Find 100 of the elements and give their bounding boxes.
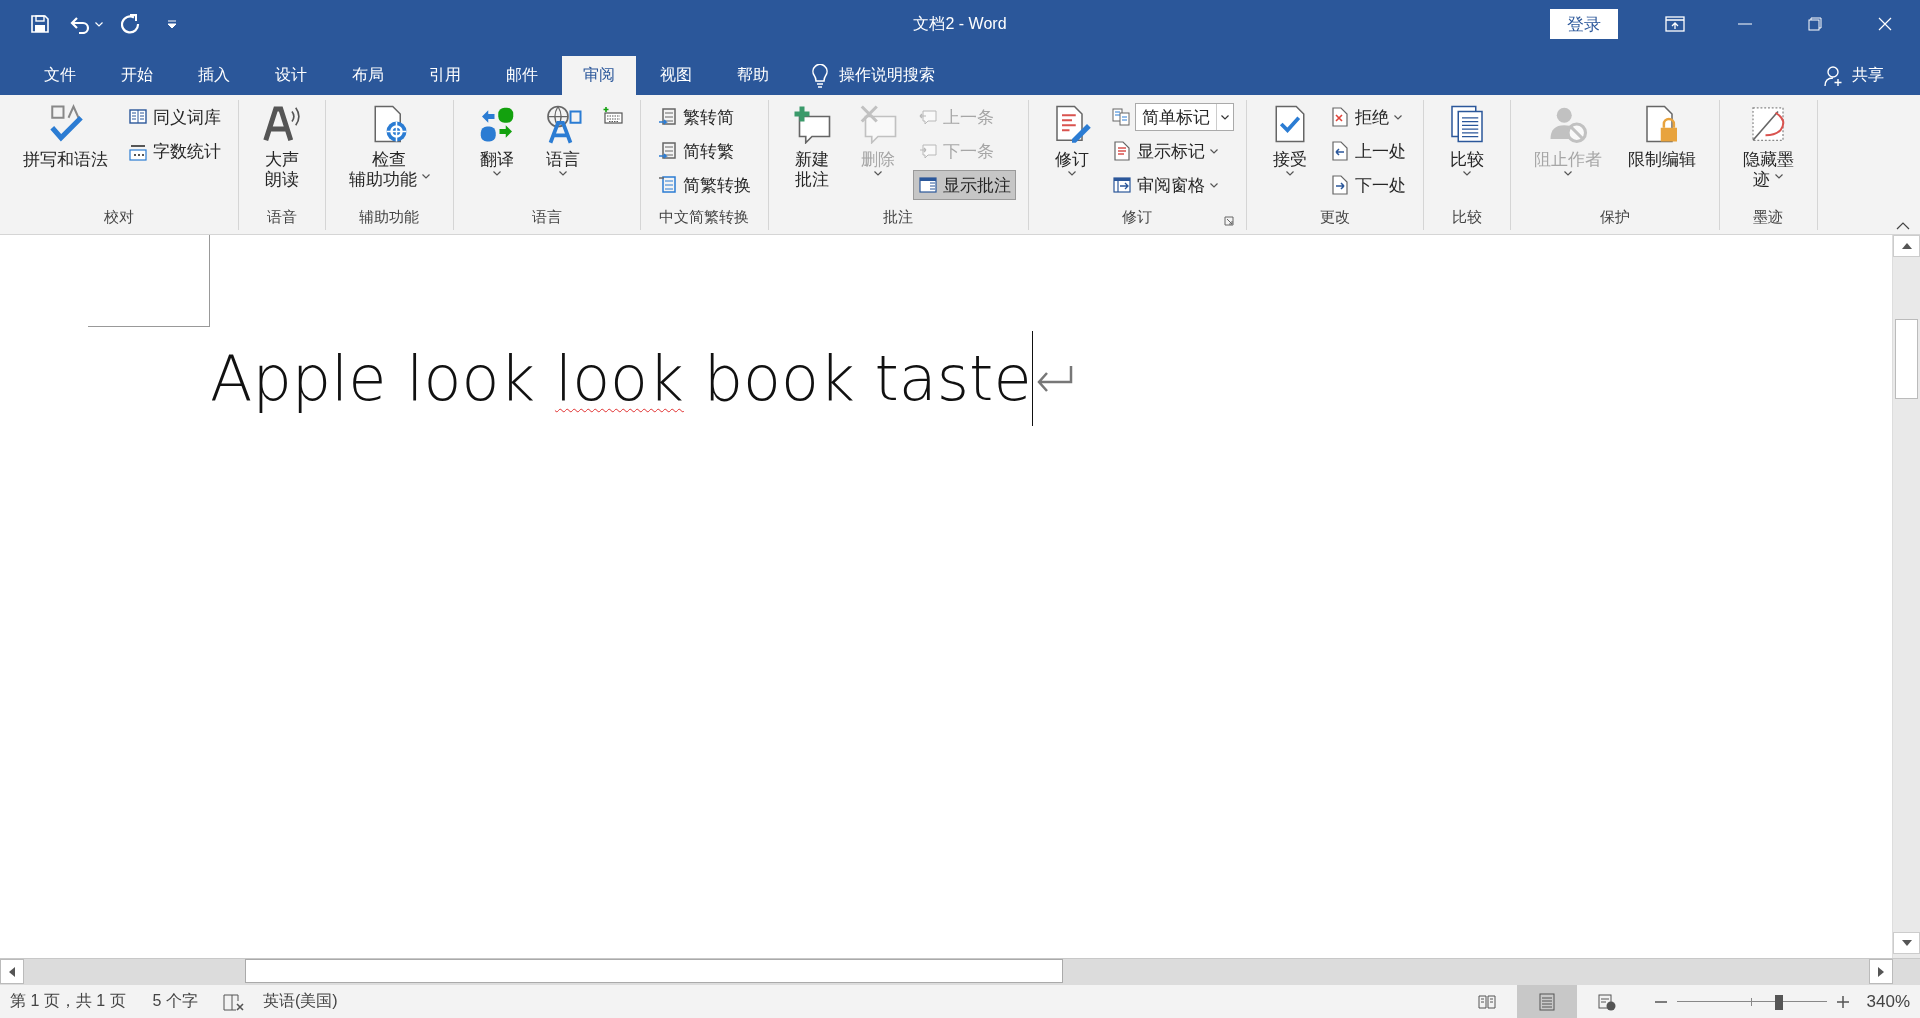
minus-icon xyxy=(1654,1000,1667,1003)
ribbon-button[interactable]: 语言 xyxy=(531,100,594,204)
word-count[interactable]: 5 个字 xyxy=(152,991,198,1012)
conversion-icon xyxy=(657,175,678,195)
zoom-slider-thumb[interactable] xyxy=(1774,994,1783,1010)
ribbon-button[interactable]: 拼写和语法 xyxy=(12,100,119,204)
redo-button[interactable] xyxy=(121,14,141,34)
zoom-level[interactable]: 340% xyxy=(1866,991,1910,1012)
save-icon xyxy=(30,14,50,34)
scrollbar-thumb[interactable] xyxy=(1895,319,1918,399)
markup-dropdown[interactable]: 简单标记 xyxy=(1134,103,1234,131)
ribbon-tab[interactable]: 审阅 xyxy=(562,56,636,95)
comments-window-icon xyxy=(917,175,938,195)
ribbon-button[interactable]: 繁转简 xyxy=(652,102,756,132)
ribbon-button[interactable]: 限制编辑 xyxy=(1616,100,1707,204)
ribbon-button[interactable]: 隐藏墨 迹 xyxy=(1731,100,1805,204)
keyboard-icon xyxy=(602,107,623,127)
group-label: 修订 xyxy=(1122,207,1153,227)
scroll-up-button[interactable] xyxy=(1893,235,1920,257)
ribbon-tab[interactable]: 邮件 xyxy=(485,56,559,95)
ribbon-button[interactable]: 简繁转换 xyxy=(652,170,756,200)
ribbon-button[interactable]: 接受 xyxy=(1258,100,1321,204)
document-text: Apple look look book taste xyxy=(210,342,1032,415)
login-button[interactable]: 登录 xyxy=(1550,9,1618,39)
group-label: 更改 xyxy=(1319,207,1350,227)
ribbon-button[interactable]: 同义词库 xyxy=(123,102,226,132)
dialog-launcher-icon[interactable] xyxy=(1223,216,1234,226)
customize-caret-icon xyxy=(167,20,177,28)
redo-icon xyxy=(121,14,141,34)
ribbon-button[interactable]: 简转繁 xyxy=(652,136,756,166)
share-button[interactable]: 共享 xyxy=(1818,56,1890,95)
reject-change-icon xyxy=(1329,107,1350,127)
group-label: 辅助功能 xyxy=(359,207,420,227)
group-label: 校对 xyxy=(104,207,134,227)
group-label: 墨迹 xyxy=(1753,207,1784,227)
scrollbar-thumb[interactable] xyxy=(245,959,1063,983)
page-count[interactable]: 第 1 页，共 1 页 xyxy=(10,991,126,1012)
show-markup-icon xyxy=(1111,141,1132,161)
next-comment-icon xyxy=(917,141,938,161)
right-arrow-icon xyxy=(1878,966,1884,977)
ribbon-display-icon xyxy=(1665,16,1685,32)
minimize-icon xyxy=(1738,23,1752,25)
ribbon-button[interactable]: 检查 辅助功能 xyxy=(338,100,441,204)
proofing-icon[interactable] xyxy=(222,991,245,1012)
ribbon-tab[interactable]: 插入 xyxy=(177,56,251,95)
ribbon-button[interactable]: 下一处 xyxy=(1324,170,1411,200)
scroll-down-button[interactable] xyxy=(1893,932,1920,954)
zoom-slider[interactable] xyxy=(1676,994,1827,1009)
person-add-icon xyxy=(1824,64,1844,87)
up-arrow-icon xyxy=(1901,243,1912,249)
ribbon-tab[interactable]: 帮助 xyxy=(716,56,790,95)
save-button[interactable] xyxy=(30,14,50,34)
ribbon-button[interactable]: 字数统计 xyxy=(123,136,226,166)
reviewing-pane-icon xyxy=(1111,175,1132,195)
language-status[interactable]: 英语(美国) xyxy=(262,991,338,1012)
close-icon xyxy=(1878,17,1892,31)
scroll-left-button[interactable] xyxy=(0,959,24,984)
scroll-right-button[interactable] xyxy=(1869,959,1893,984)
ribbon-tab[interactable]: 文件 xyxy=(23,56,97,95)
ribbon-button[interactable]: 审阅窗格 xyxy=(1106,170,1234,200)
group-label: 保护 xyxy=(1599,207,1630,227)
group-label: 比较 xyxy=(1451,207,1482,227)
lightbulb-icon xyxy=(811,63,829,88)
ribbon-tab[interactable]: 视图 xyxy=(639,56,713,95)
ribbon-tab[interactable]: 开始 xyxy=(100,56,174,95)
web-page-icon xyxy=(1596,991,1617,1012)
group-label: 语言 xyxy=(531,207,562,227)
tell-me-search-field[interactable]: 操作说明搜索 xyxy=(839,65,935,86)
group-label: 中文简繁转换 xyxy=(659,207,750,227)
restore-icon xyxy=(1808,17,1822,31)
ribbon-button[interactable]: 比较 xyxy=(1435,100,1498,204)
markup-compare-icon xyxy=(1110,107,1131,127)
plus-icon xyxy=(1836,995,1849,1008)
ribbon-button[interactable]: 新建 批注 xyxy=(780,100,843,204)
previous-comment-icon xyxy=(917,107,938,127)
collapse-ribbon-icon[interactable] xyxy=(1896,222,1910,230)
page-icon xyxy=(1536,991,1557,1012)
next-change-icon xyxy=(1329,175,1350,195)
ribbon-tab[interactable]: 布局 xyxy=(331,56,405,95)
down-arrow-icon xyxy=(1901,940,1912,946)
caret-icon xyxy=(1220,114,1229,120)
ribbon-button[interactable]: 翻译 xyxy=(465,100,528,204)
ribbon-tab[interactable]: 引用 xyxy=(408,56,482,95)
caret-icon xyxy=(95,21,103,27)
ribbon-button[interactable]: 上一处 xyxy=(1324,136,1411,166)
conversion-icon xyxy=(657,141,678,161)
ribbon-button[interactable]: 显示标记 xyxy=(1106,136,1234,166)
group-label: 语音 xyxy=(267,207,297,227)
customize-toolbar-button[interactable] xyxy=(167,20,177,28)
ribbon-button[interactable]: 修订 xyxy=(1040,100,1103,204)
group-label: 批注 xyxy=(883,207,914,227)
ribbon-tab[interactable]: 设计 xyxy=(254,56,328,95)
left-arrow-icon xyxy=(9,966,15,977)
conversion-icon xyxy=(657,107,678,127)
undo-button[interactable] xyxy=(68,14,103,34)
previous-change-icon xyxy=(1329,141,1350,161)
window-title: 文档2 - Word xyxy=(913,13,1007,34)
ribbon-button[interactable]: 大声 朗读 xyxy=(251,100,313,204)
ribbon-button[interactable]: 拒绝 xyxy=(1324,102,1411,132)
ribbon-button[interactable]: 显示批注 xyxy=(912,170,1016,200)
